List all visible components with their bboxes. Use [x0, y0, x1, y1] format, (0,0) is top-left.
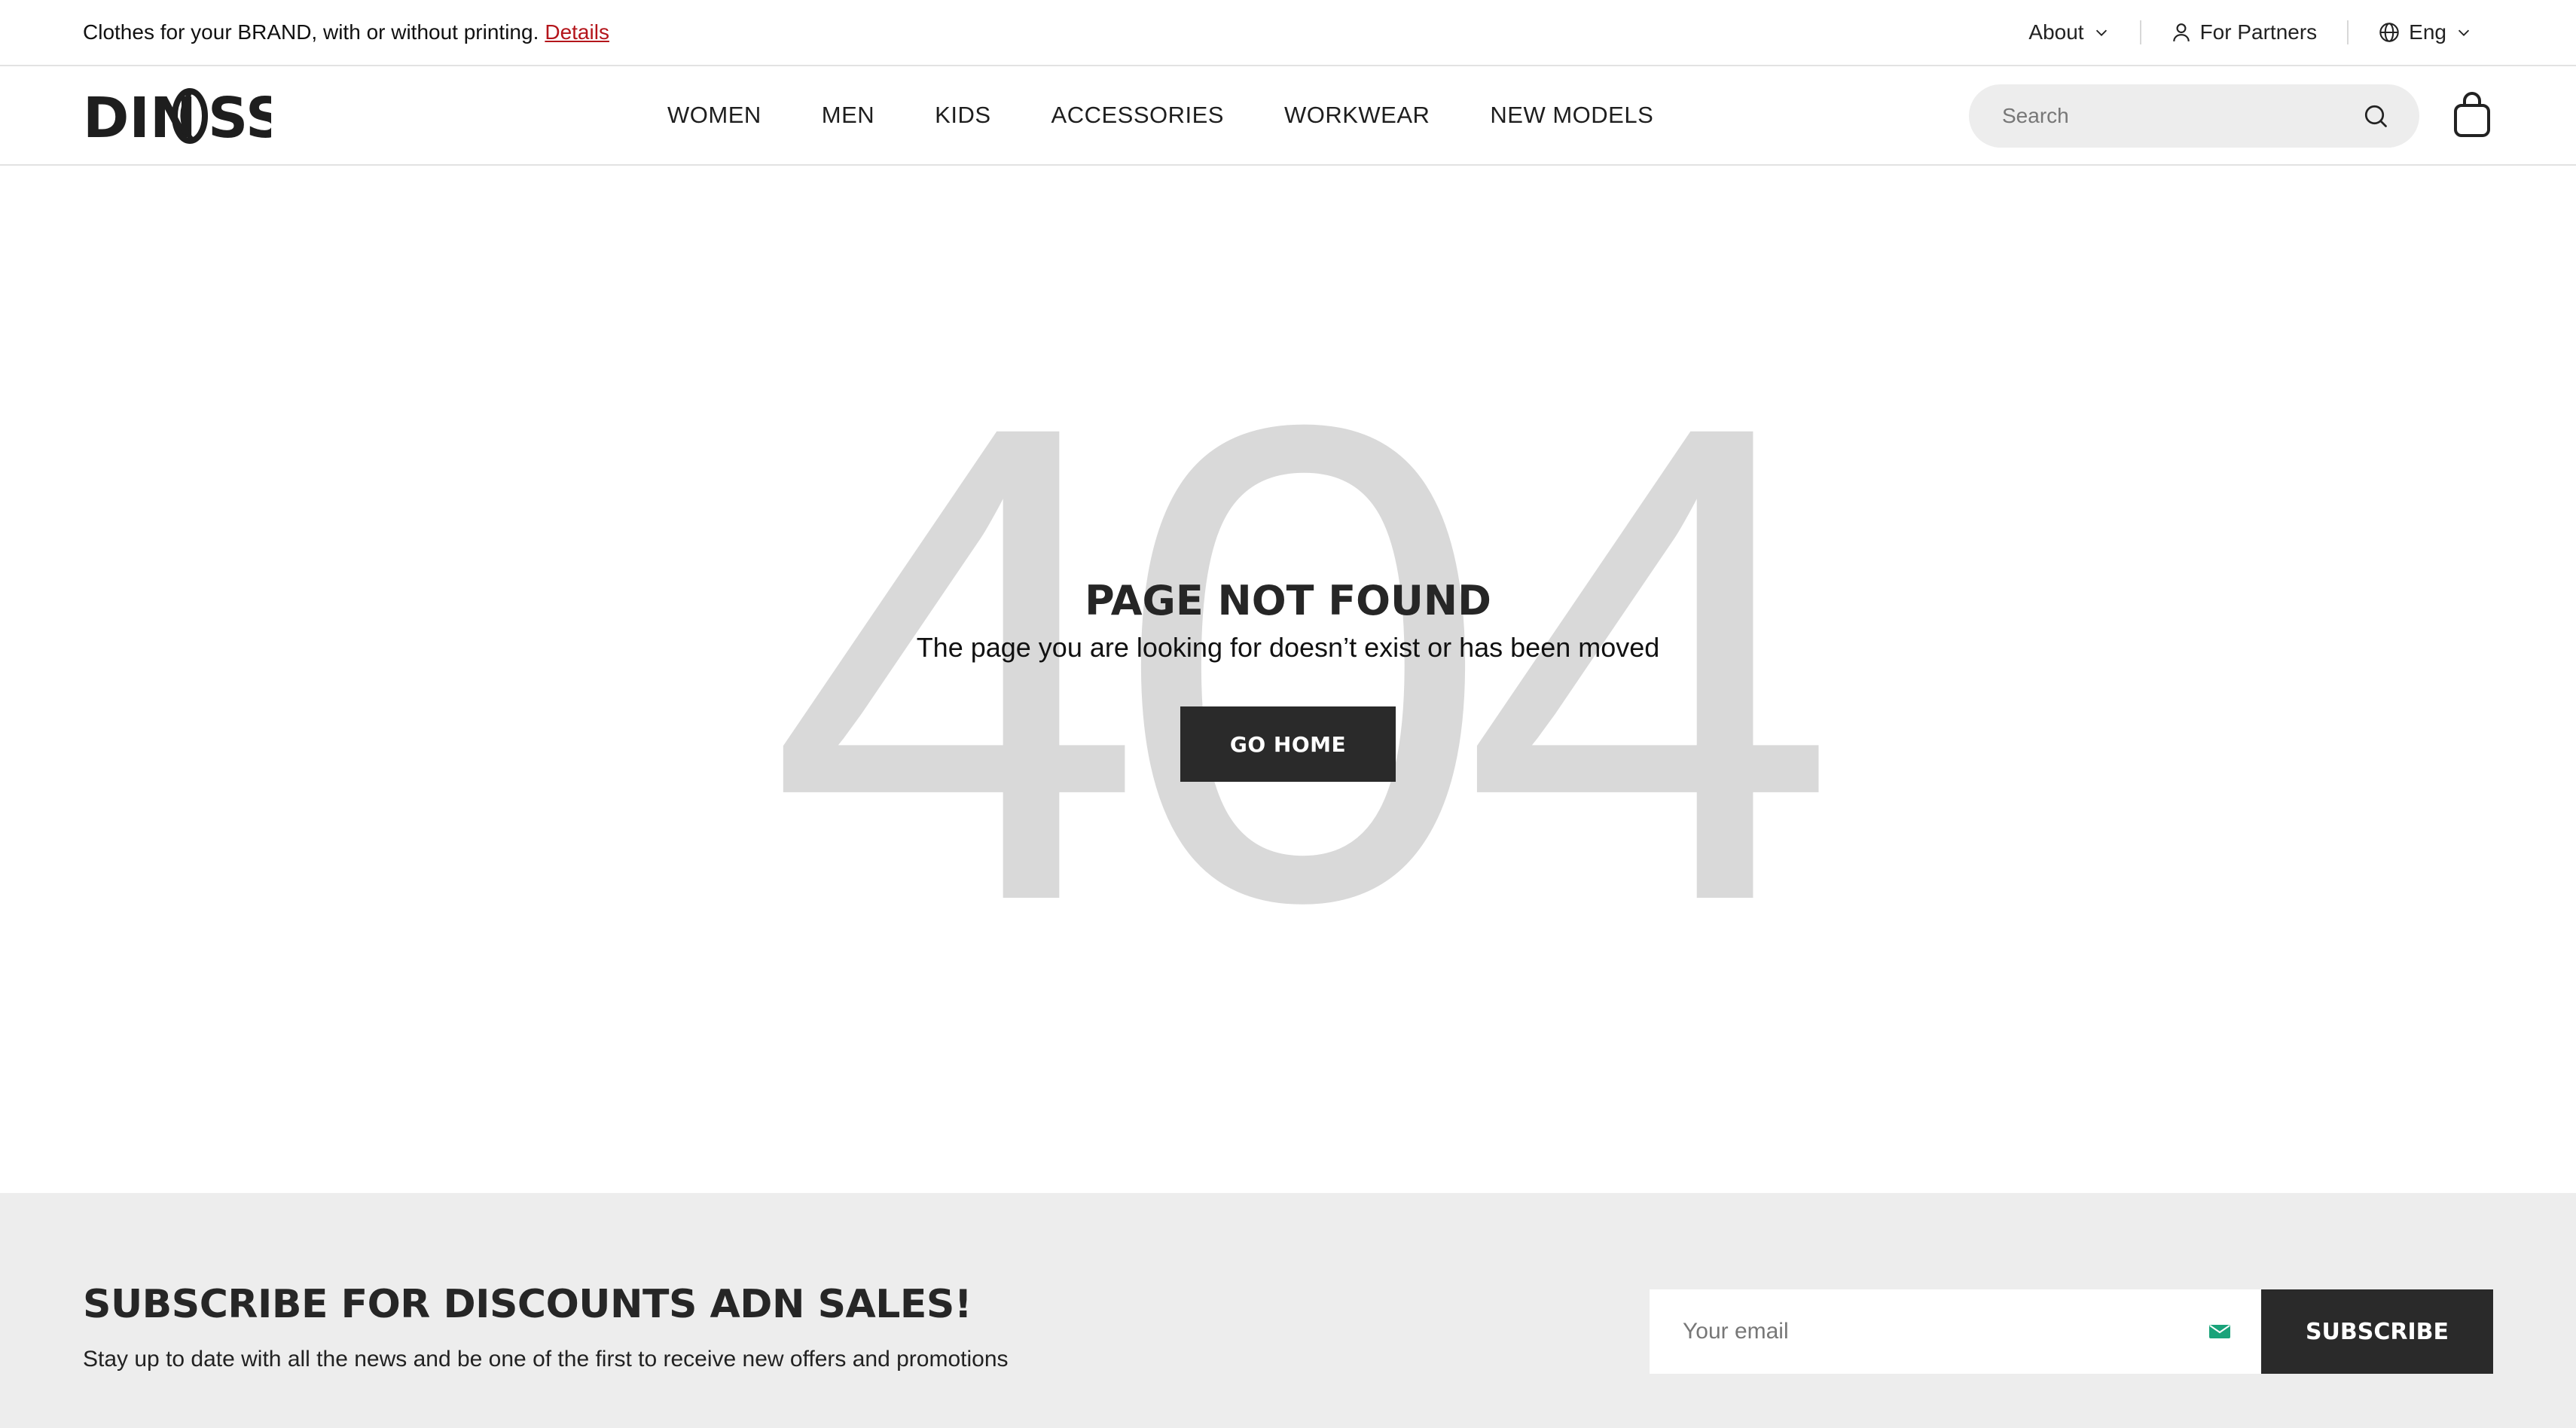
for-partners-label: For Partners	[2199, 20, 2318, 44]
page-title: PAGE NOT FOUND	[1085, 577, 1491, 624]
divider	[2347, 20, 2349, 44]
for-partners-link[interactable]: For Partners	[2172, 20, 2318, 44]
nav-item-kids[interactable]: KIDS	[935, 102, 990, 129]
search-icon[interactable]	[2362, 102, 2389, 130]
subscribe-button[interactable]: SUBSCRIBE	[2261, 1289, 2493, 1374]
main-header: DIN SS WOMEN MEN KIDS ACCESSORIES WORKWE…	[0, 66, 2576, 166]
main-nav: WOMEN MEN KIDS ACCESSORIES WORKWEAR NEW …	[667, 66, 1653, 164]
top-bar: Clothes for your BRAND, with or without …	[0, 0, 2576, 66]
language-label: Eng	[2409, 20, 2446, 44]
top-utility-nav: About For Partners Eng	[2028, 0, 2472, 65]
promo-text: Clothes for your BRAND, with or without …	[83, 20, 539, 44]
nav-item-men[interactable]: MEN	[822, 102, 874, 129]
subscribe-text: Stay up to date with all the news and be…	[83, 1347, 1009, 1372]
shopping-bag-icon[interactable]	[2451, 90, 2493, 139]
brand-logo[interactable]: DIN SS	[83, 86, 271, 146]
nav-item-workwear[interactable]: WORKWEAR	[1284, 102, 1430, 129]
language-dropdown[interactable]: Eng	[2379, 20, 2472, 44]
logo-wordmark: DIN SS	[83, 86, 271, 146]
mail-icon	[2209, 1325, 2230, 1338]
globe-icon	[2379, 23, 2399, 42]
chevron-down-icon	[2095, 29, 2107, 36]
nav-item-women[interactable]: WOMEN	[667, 102, 762, 129]
go-home-button[interactable]: GO HOME	[1180, 706, 1396, 782]
divider	[2139, 20, 2141, 44]
promo-details-link[interactable]: Details	[545, 20, 609, 44]
email-field[interactable]	[1681, 1318, 2208, 1345]
about-label: About	[2028, 20, 2084, 44]
svg-text:SS: SS	[208, 86, 271, 146]
chevron-down-icon	[2458, 29, 2470, 36]
promo-banner: Clothes for your BRAND, with or without …	[83, 0, 609, 65]
about-dropdown[interactable]: About	[2028, 20, 2109, 44]
email-field-wrapper	[1650, 1289, 2261, 1374]
search-input[interactable]	[2001, 103, 2362, 129]
subscribe-title: SUBSCRIBE FOR DISCOUNTS ADN SALES!	[83, 1282, 972, 1327]
search-bar	[1969, 84, 2419, 148]
error-message-block: PAGE NOT FOUND The page you are looking …	[0, 569, 2576, 666]
subscribe-section: SUBSCRIBE FOR DISCOUNTS ADN SALES! Stay …	[0, 1193, 2576, 1428]
nav-item-new-models[interactable]: NEW MODELS	[1490, 102, 1653, 129]
error-description: The page you are looking for doesn’t exi…	[916, 632, 1660, 663]
nav-item-accessories[interactable]: ACCESSORIES	[1051, 102, 1224, 129]
user-icon	[2172, 23, 2190, 41]
